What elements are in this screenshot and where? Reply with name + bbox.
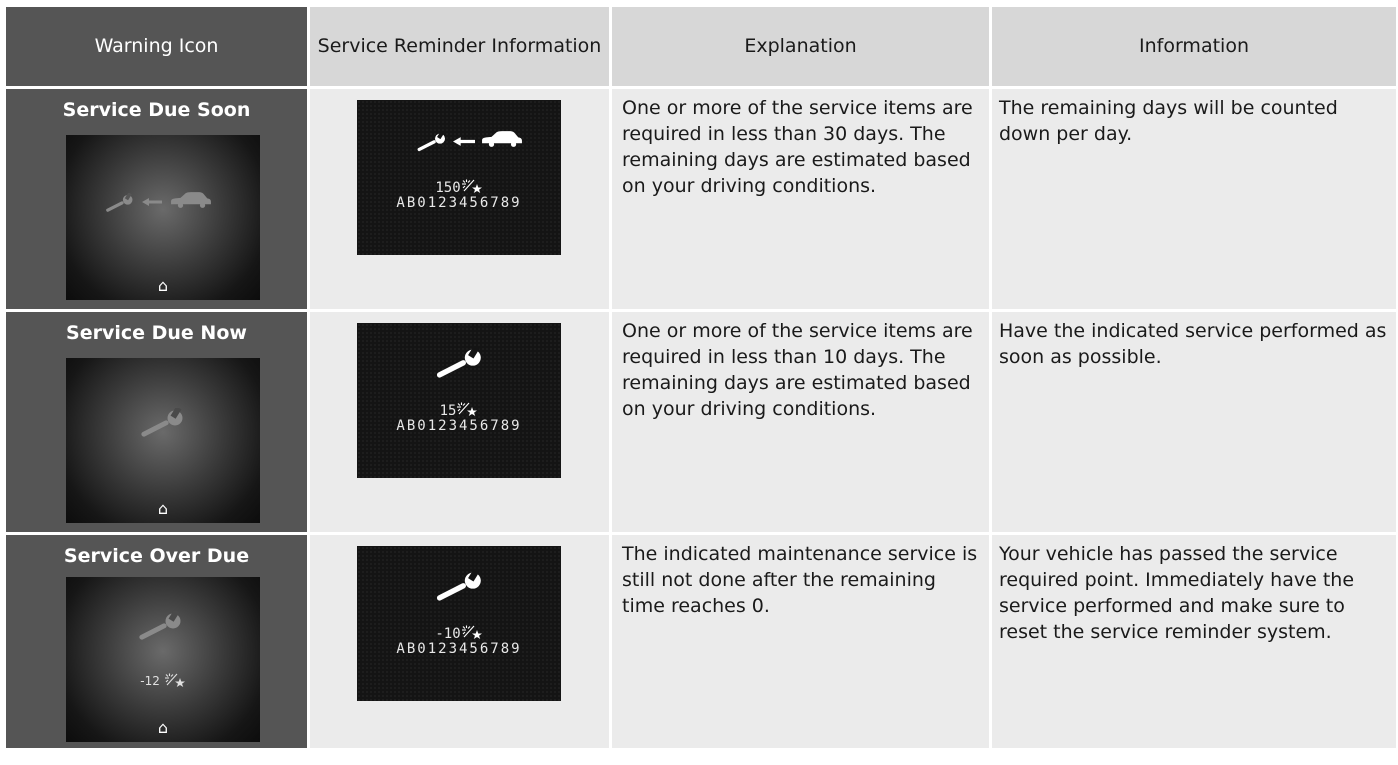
information-cell: Have the indicated service performed as … (992, 312, 1396, 532)
arrow-left-icon (453, 136, 475, 147)
table-row-service-due-now: Service Due Now ⌂ 15 AB0123456789 One or… (6, 312, 1396, 532)
car-icon (170, 191, 212, 209)
warning-display-screen: -12 ⌂ (66, 577, 260, 742)
maintenance-code: AB0123456789 (396, 641, 522, 657)
warning-display-screen: ⌂ (66, 135, 260, 300)
warning-icon-cell: Service Due Now ⌂ (6, 312, 307, 532)
header-explanation: Explanation (612, 7, 989, 86)
table-row-service-due-soon: Service Due Soon ⌂ 150 AB0123456789 One … (6, 89, 1396, 309)
information-cell: Your vehicle has passed the service requ… (992, 535, 1396, 748)
warning-value-line: -12 (66, 673, 260, 688)
sun-star-icon (461, 625, 483, 639)
reminder-display-panel: 15 AB0123456789 (357, 323, 561, 478)
wrench-icon (433, 347, 487, 379)
maintenance-code: AB0123456789 (396, 418, 522, 434)
sun-star-icon (164, 673, 186, 687)
wrench-icon (138, 408, 188, 438)
sun-star-icon (461, 179, 483, 193)
arrow-left-icon (142, 197, 162, 207)
home-icon: ⌂ (157, 276, 169, 295)
table-row-service-over-due: Service Over Due -12 ⌂ -10 AB0123456789 … (6, 535, 1396, 748)
wrench-icon (104, 193, 136, 213)
service-reminder-table: Warning Icon Service Reminder Informatio… (6, 7, 1396, 748)
reminder-value-line: 150 (357, 177, 561, 196)
warning-title: Service Due Soon (62, 99, 251, 121)
remaining-days-value: 150 (435, 180, 461, 196)
header-warning-icon: Warning Icon (6, 7, 307, 86)
warning-display-screen: ⌂ (66, 358, 260, 523)
car-icon (481, 130, 523, 148)
service-reminder-cell: 15 AB0123456789 (310, 312, 609, 532)
home-icon: ⌂ (157, 499, 169, 518)
sun-star-icon (456, 402, 478, 416)
header-service-reminder-information: Service Reminder Information (310, 7, 609, 86)
reminder-value-line: -10 (357, 623, 561, 642)
information-cell: The remaining days will be counted down … (992, 89, 1396, 309)
table-header-row: Warning Icon Service Reminder Informatio… (6, 7, 1396, 86)
header-information: Information (992, 7, 1396, 86)
reminder-display-panel: 150 AB0123456789 (357, 100, 561, 255)
explanation-cell: One or more of the service items are req… (612, 89, 989, 309)
service-reminder-cell: -10 AB0123456789 (310, 535, 609, 748)
remaining-days-value: -10 (435, 626, 461, 642)
wrench-icon (433, 570, 487, 602)
warning-remaining-days-value: -12 (140, 674, 160, 688)
maintenance-code: AB0123456789 (396, 195, 522, 211)
warning-title: Service Over Due (63, 545, 250, 567)
wrench-icon (415, 132, 449, 152)
remaining-days-value: 15 (439, 403, 457, 419)
reminder-display-panel: -10 AB0123456789 (357, 546, 561, 701)
reminder-value-line: 15 (357, 400, 561, 419)
home-icon: ⌂ (157, 718, 169, 737)
warning-icon-cell: Service Over Due -12 ⌂ (6, 535, 307, 748)
explanation-cell: One or more of the service items are req… (612, 312, 989, 532)
warning-icon-cell: Service Due Soon ⌂ (6, 89, 307, 309)
warning-title: Service Due Now (66, 322, 247, 344)
explanation-cell: The indicated maintenance service is sti… (612, 535, 989, 748)
wrench-icon (136, 611, 186, 641)
service-reminder-cell: 150 AB0123456789 (310, 89, 609, 309)
